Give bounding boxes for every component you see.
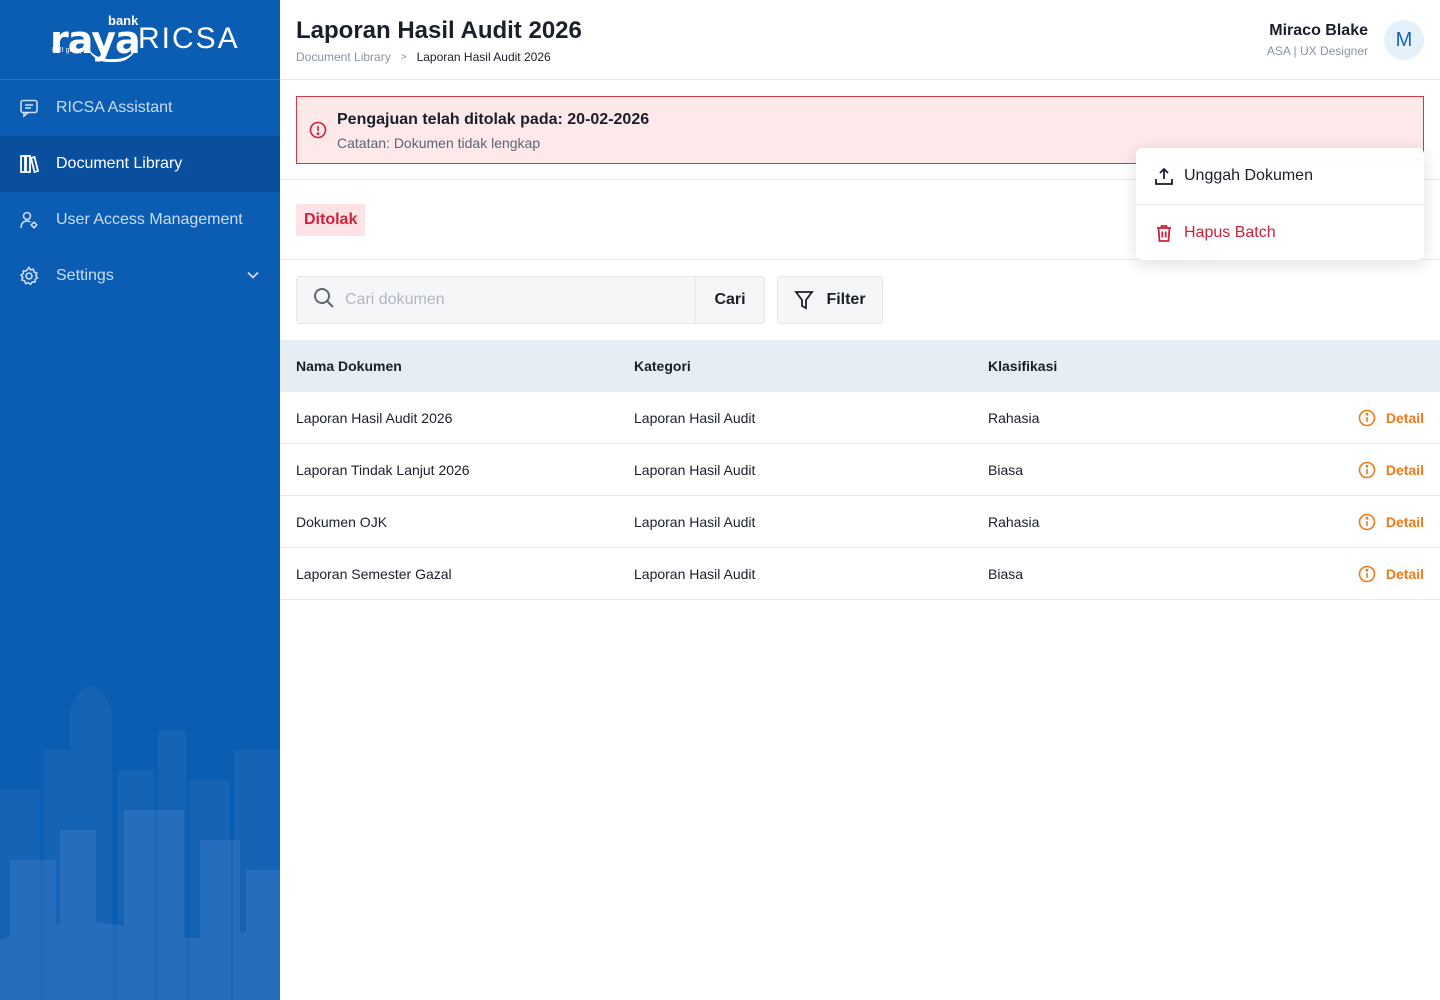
detail-label: Detail — [1385, 461, 1424, 478]
breadcrumb-separator: > — [400, 51, 407, 63]
upload-document-menu-item[interactable]: Unggah Dokumen — [1136, 148, 1424, 204]
sidebar-item-document-library[interactable]: Document Library — [0, 136, 280, 192]
search-icon — [313, 287, 335, 314]
filter-label: Filter — [826, 291, 866, 308]
cell-category: Laporan Hasil Audit — [634, 409, 756, 426]
cell-document-name: Laporan Semester Gazal — [296, 565, 452, 582]
table-row: Dokumen OJK Laporan Hasil Audit Rahasia … — [280, 496, 1440, 548]
sidebar-item-label: Settings — [56, 267, 114, 284]
alert-circle-icon — [309, 121, 327, 144]
library-icon — [18, 153, 40, 175]
cell-document-name: Dokumen OJK — [296, 513, 388, 530]
table-row: Laporan Semester Gazal Laporan Hasil Aud… — [280, 548, 1440, 600]
cell-classification: Rahasia — [988, 513, 1040, 530]
user-info: Miraco Blake ASA | UX Designer — [1267, 22, 1368, 58]
info-icon — [1358, 409, 1376, 427]
cell-actions: Detail — [1288, 565, 1440, 583]
alert-title: Pengajuan telah ditolak pada: 20-02-2026 — [337, 111, 650, 128]
cell-category: Laporan Hasil Audit — [634, 461, 756, 478]
cell-category: Laporan Hasil Audit — [634, 513, 756, 530]
sidebar-item-ricsa-assistant[interactable]: RICSA Assistant — [0, 80, 280, 136]
user-gear-icon — [18, 209, 40, 231]
search-input-wrapper[interactable] — [297, 277, 696, 323]
detail-label: Detail — [1385, 565, 1424, 582]
brand-logo[interactable]: bank raya RICSA BRI group — [0, 0, 280, 80]
cell-document-name: Laporan Tindak Lanjut 2026 — [296, 461, 470, 478]
cell-actions: Detail — [1288, 461, 1440, 479]
actions-dropdown-menu: Unggah Dokumen Hapus Batch — [1136, 148, 1424, 260]
column-header-nama-dokumen: Nama Dokumen — [296, 358, 402, 374]
sidebar-item-settings[interactable]: Settings — [0, 248, 280, 304]
upload-document-label: Unggah Dokumen — [1184, 167, 1313, 184]
gear-icon — [18, 265, 40, 287]
sidebar-item-label: Document Library — [56, 155, 183, 172]
detail-link[interactable]: Detail — [1358, 461, 1424, 479]
breadcrumb-item-current: Laporan Hasil Audit 2026 — [416, 50, 551, 64]
breadcrumb-item-document-library[interactable]: Document Library — [296, 50, 391, 64]
cell-category: Laporan Hasil Audit — [634, 565, 756, 582]
status-badge: Ditolak — [296, 204, 366, 236]
table-row: Laporan Tindak Lanjut 2026 Laporan Hasil… — [280, 444, 1440, 496]
breadcrumb: Document Library > Laporan Hasil Audit 2… — [296, 50, 551, 64]
page-header: Laporan Hasil Audit 2026 Document Librar… — [280, 0, 1440, 80]
avatar[interactable]: M — [1384, 20, 1424, 60]
documents-table: Nama Dokumen Kategori Klasifikasi Lapora… — [280, 340, 1440, 600]
info-icon — [1358, 565, 1376, 583]
delete-batch-menu-item[interactable]: Hapus Batch — [1136, 204, 1424, 260]
sidebar-item-user-access-management[interactable]: User Access Management — [0, 192, 280, 248]
sidebar-item-label: User Access Management — [56, 211, 243, 228]
cell-classification: Biasa — [988, 565, 1024, 582]
search-box: Cari — [296, 276, 765, 324]
city-skyline-illustration — [0, 685, 280, 1000]
table-header: Nama Dokumen Kategori Klasifikasi — [280, 340, 1440, 392]
detail-link[interactable]: Detail — [1358, 513, 1424, 531]
detail-label: Detail — [1385, 409, 1424, 426]
cell-document-name: Laporan Hasil Audit 2026 — [296, 409, 453, 426]
logo-ricsa-text: RICSA — [138, 22, 240, 55]
filter-icon — [794, 290, 815, 310]
cell-classification: Biasa — [988, 461, 1024, 478]
cell-classification: Rahasia — [988, 409, 1040, 426]
cell-actions: Detail — [1288, 513, 1440, 531]
column-header-kategori: Kategori — [634, 358, 691, 374]
page-title: Laporan Hasil Audit 2026 — [296, 17, 582, 44]
chevron-down-icon[interactable] — [246, 268, 260, 287]
chat-icon — [18, 97, 40, 119]
user-role: ASA | UX Designer — [1266, 44, 1368, 58]
search-button[interactable]: Cari — [696, 277, 764, 323]
filter-button[interactable]: Filter — [777, 276, 883, 324]
search-input[interactable] — [345, 291, 675, 309]
detail-link[interactable]: Detail — [1358, 565, 1424, 583]
alert-note: Catatan: Dokumen tidak lengkap — [337, 135, 541, 151]
column-header-klasifikasi: Klasifikasi — [988, 358, 1058, 374]
upload-icon — [1154, 166, 1174, 186]
user-name: Miraco Blake — [1269, 22, 1368, 39]
trash-icon — [1154, 223, 1174, 243]
detail-label: Detail — [1385, 513, 1424, 530]
detail-link[interactable]: Detail — [1358, 409, 1424, 427]
delete-batch-label: Hapus Batch — [1184, 223, 1276, 241]
info-icon — [1358, 461, 1376, 479]
sidebar-item-label: RICSA Assistant — [56, 99, 173, 116]
logo-group-text: BRI group — [52, 47, 84, 54]
cell-actions: Detail — [1288, 409, 1440, 427]
info-icon — [1358, 513, 1376, 531]
sidebar: bank raya RICSA BRI group RICSA Assistan… — [0, 0, 280, 1000]
table-row: Laporan Hasil Audit 2026 Laporan Hasil A… — [280, 392, 1440, 444]
